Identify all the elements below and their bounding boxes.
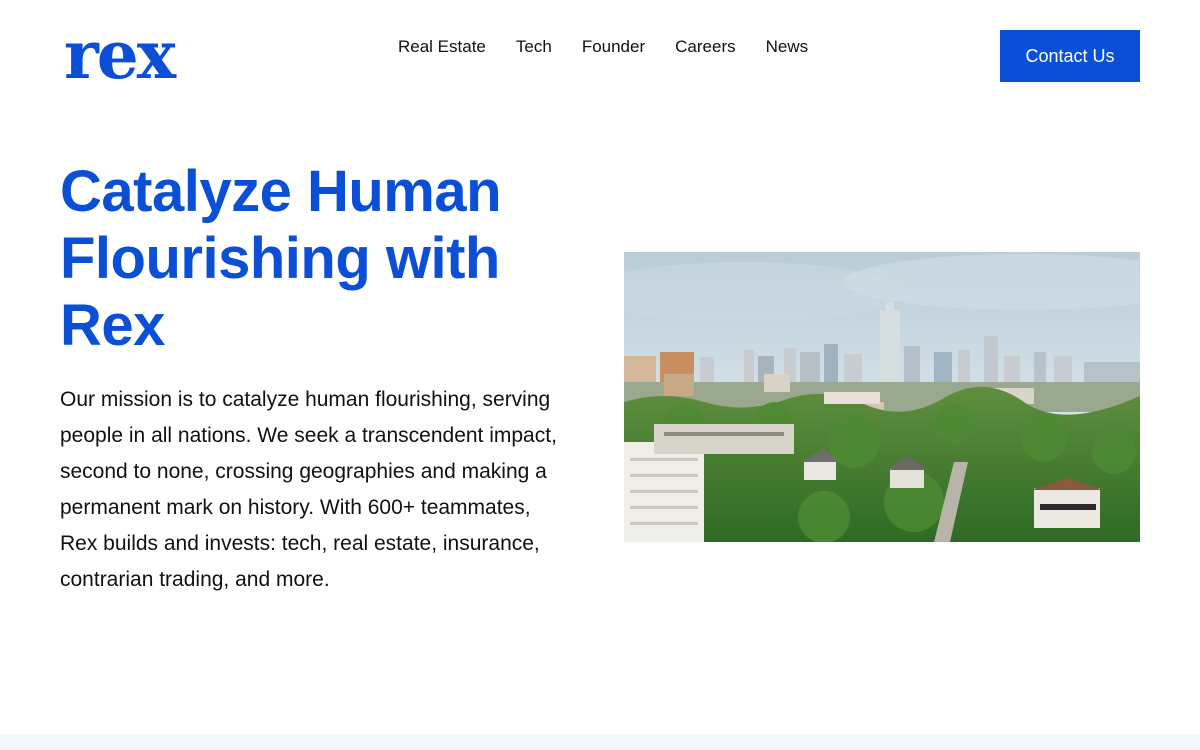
footer-band [0,734,1200,750]
nav-item-careers[interactable]: Careers [675,37,735,57]
hero-title: Catalyze Human Flourishing with Rex [60,159,502,358]
city-skyline-image [624,252,1140,542]
rex-logo[interactable]: rex [64,22,176,88]
nav-item-tech[interactable]: Tech [516,37,552,57]
contact-us-button[interactable]: Contact Us [1000,30,1140,82]
nav-item-news[interactable]: News [766,37,809,57]
nav-item-real-estate[interactable]: Real Estate [398,37,486,57]
hero-description: Our mission is to catalyze human flouris… [60,388,557,591]
main-nav: Real Estate Tech Founder Careers News [398,37,808,57]
nav-item-founder[interactable]: Founder [582,37,645,57]
